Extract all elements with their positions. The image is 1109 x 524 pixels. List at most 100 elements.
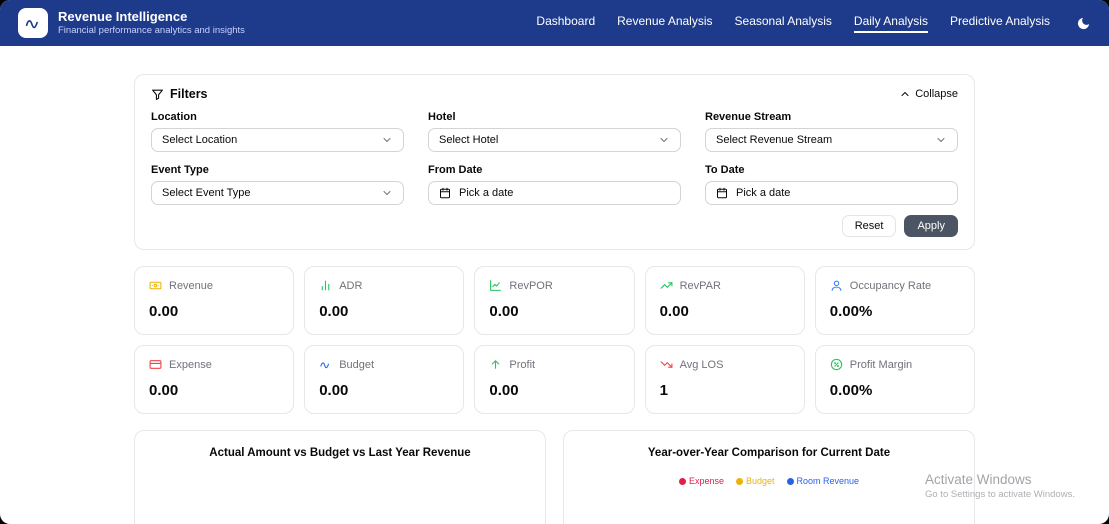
stat-value: 0.00: [319, 303, 349, 320]
nav-item-dashboard[interactable]: Dashboard: [536, 14, 595, 33]
stat-card-budget: Budget 0.00: [304, 345, 465, 414]
stat-card-expense: Expense 0.00: [134, 345, 295, 414]
chevron-down-icon: [381, 134, 393, 146]
stat-card-revpar: RevPAR 0.00: [644, 266, 805, 335]
hotel-select-value: Select Hotel: [439, 134, 499, 146]
stat-label: RevPAR: [679, 279, 721, 292]
filters-title: Filters: [151, 87, 208, 101]
stat-card-revpor: RevPOR 0.00: [474, 266, 635, 335]
nav-item-daily-analysis[interactable]: Daily Analysis: [853, 14, 928, 33]
chevron-up-icon: [899, 88, 911, 100]
stat-value: 0.00: [319, 382, 349, 399]
arrow-up-icon: [489, 358, 502, 371]
line-chart-icon: [489, 279, 502, 292]
chevron-down-icon: [935, 134, 947, 146]
revenue-stream-select[interactable]: Select Revenue Stream: [705, 128, 958, 152]
wallet-icon: [319, 358, 332, 371]
logo: [18, 8, 48, 38]
event-type-select[interactable]: Select Event Type: [151, 181, 404, 205]
stat-card-avg-los: Avg LOS 1: [644, 345, 805, 414]
legend-label: Expense: [688, 476, 724, 486]
collapse-button[interactable]: Collapse: [899, 88, 958, 100]
title-block: Revenue Intelligence Financial performan…: [58, 9, 245, 37]
chevron-down-icon: [658, 134, 670, 146]
main-nav: Dashboard Revenue Analysis Seasonal Anal…: [536, 14, 1050, 33]
legend-label: Room Revenue: [796, 476, 860, 486]
stat-card-profit: Profit 0.00: [474, 345, 635, 414]
stat-card-occupancy-rate: Occupancy Rate 0.00%: [814, 266, 975, 335]
hotel-label: Hotel: [428, 111, 456, 123]
chart-legend: Expense Budget Room Revenue: [564, 476, 974, 486]
nav-item-seasonal-analysis[interactable]: Seasonal Analysis: [735, 14, 832, 33]
nav-item-predictive-analysis[interactable]: Predictive Analysis: [950, 14, 1050, 33]
theme-toggle-button[interactable]: [1076, 16, 1091, 31]
revenue-stream-select-value: Select Revenue Stream: [716, 134, 833, 146]
field-event-type: Event Type Select Event Type: [151, 164, 404, 205]
field-from-date: From Date Pick a date: [428, 164, 681, 205]
percent-circle-icon: [830, 358, 843, 371]
field-hotel: Hotel Select Hotel: [428, 111, 681, 152]
stat-label: Occupancy Rate: [849, 279, 932, 292]
to-date-value: Pick a date: [736, 187, 791, 199]
trending-down-icon: [660, 358, 673, 371]
logo-icon: [24, 14, 42, 32]
stat-value: 0.00: [659, 303, 689, 320]
field-revenue-stream: Revenue Stream Select Revenue Stream: [705, 111, 958, 152]
stat-value: 0.00%: [829, 303, 873, 320]
stat-value: 1: [659, 382, 668, 399]
app-header: Revenue Intelligence Financial performan…: [0, 0, 1109, 46]
from-date-picker[interactable]: Pick a date: [428, 181, 681, 205]
stat-value: 0.00: [489, 382, 519, 399]
to-date-picker[interactable]: Pick a date: [705, 181, 958, 205]
chart-title: Actual Amount vs Budget vs Last Year Rev…: [209, 447, 471, 459]
app-subtitle: Financial performance analytics and insi…: [58, 25, 245, 37]
stat-label: Profit Margin: [849, 358, 913, 371]
banknote-icon: [149, 279, 162, 292]
stat-label: Budget: [339, 358, 375, 371]
chart-card-yoy-comparison: Year-over-Year Comparison for Current Da…: [563, 430, 975, 524]
filter-funnel-icon: [151, 88, 164, 101]
legend-dot: [786, 477, 794, 485]
filters-card: Filters Collapse Location Select Locatio…: [134, 74, 975, 250]
charts-row: Actual Amount vs Budget vs Last Year Rev…: [134, 430, 975, 524]
from-date-label: From Date: [428, 164, 483, 176]
person-icon: [830, 279, 843, 292]
calendar-icon: [439, 187, 451, 199]
trending-up-icon: [660, 279, 673, 292]
moon-icon: [1076, 16, 1091, 31]
location-select[interactable]: Select Location: [151, 128, 404, 152]
content-area: Filters Collapse Location Select Locatio…: [134, 46, 975, 524]
field-location: Location Select Location: [151, 111, 404, 152]
stats-row-2: Expense 0.00 Budget 0.00 Profit 0.00 Avg…: [134, 345, 975, 414]
stats-row-1: Revenue 0.00 ADR 0.00 RevPOR 0.00 RevPAR…: [134, 266, 975, 335]
reset-button[interactable]: Reset: [841, 215, 897, 237]
credit-card-icon: [149, 358, 162, 371]
app-window: Revenue Intelligence Financial performan…: [0, 0, 1109, 524]
hotel-select[interactable]: Select Hotel: [428, 128, 681, 152]
filters-title-label: Filters: [170, 87, 208, 101]
apply-button[interactable]: Apply: [904, 215, 958, 237]
nav-item-revenue-analysis[interactable]: Revenue Analysis: [617, 14, 712, 33]
to-date-label: To Date: [705, 164, 745, 176]
event-type-select-value: Select Event Type: [162, 187, 251, 199]
stat-value: 0.00%: [829, 382, 873, 399]
calendar-icon: [716, 187, 728, 199]
stat-value: 0.00: [149, 303, 179, 320]
stat-card-adr: ADR 0.00: [304, 266, 465, 335]
legend-item-expense: Expense: [678, 476, 724, 486]
revenue-stream-label: Revenue Stream: [705, 111, 792, 123]
event-type-label: Event Type: [151, 164, 209, 176]
field-to-date: To Date Pick a date: [705, 164, 958, 205]
chevron-down-icon: [381, 187, 393, 199]
stat-label: Profit: [509, 358, 536, 371]
stat-label: ADR: [339, 279, 363, 292]
stat-label: Revenue: [169, 279, 214, 292]
stat-label: Expense: [169, 358, 212, 371]
collapse-label: Collapse: [915, 88, 958, 100]
legend-dot: [735, 477, 743, 485]
chart-title: Year-over-Year Comparison for Current Da…: [647, 447, 891, 459]
location-label: Location: [151, 111, 197, 123]
chart-card-actual-vs-budget: Actual Amount vs Budget vs Last Year Rev…: [134, 430, 546, 524]
location-select-value: Select Location: [162, 134, 238, 146]
legend-dot: [678, 477, 686, 485]
